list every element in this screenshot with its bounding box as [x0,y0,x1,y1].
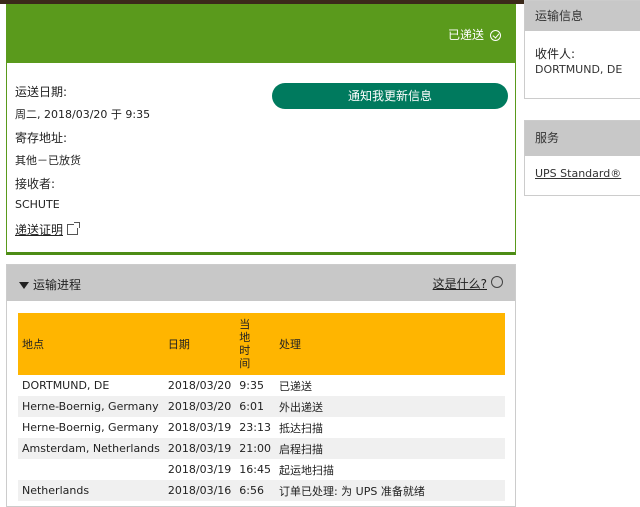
cell-date: 2018/03/19 [167,463,232,476]
table-header-row: 地点 日期 当地时间 处理 [18,313,505,375]
local-time-header-text: 当地时间 [239,318,250,370]
left-at-field: 寄存地址: 其他－已放货 [15,129,81,168]
info-icon [491,276,503,288]
local-time-header-char: 时 [239,344,251,357]
cell-time: 9:35 [239,379,264,392]
proof-of-delivery-label: 递送证明 [15,223,64,237]
table-row: Netherlands 2018/03/16 6:56 订单已处理: 为 UPS 准备… [18,480,505,501]
cell-location: Herne-Boernig, Germany [22,421,159,434]
cell-time: 6:01 [235,396,275,417]
progress-title: 运输进程 [33,278,82,292]
table-row: Herne-Boernig, Germany 2018/03/19 23:13 抵达扫… [18,417,505,438]
delivery-date-field: 运送日期: 周二, 2018/03/20 于 9:35 [15,83,150,122]
service-link[interactable]: UPS Standard® [535,167,621,180]
table-row: 2018/03/19 16:45 起运地扫描 [18,459,505,480]
cell-date: 2018/03/20 [163,396,236,417]
column-header-local-time: 当地时间 [235,313,275,375]
cell-time: 21:00 [235,438,275,459]
cell-time: 23:13 [239,421,271,434]
cell-activity: 已递送 [278,379,312,393]
whats-this-link[interactable]: 这是什么? [433,277,487,291]
cell-location [18,459,164,480]
cell-date: 2018/03/19 [167,421,232,434]
table-row: Amsterdam, Netherlands 2018/03/19 21:00 启程扫… [18,438,505,459]
cell-location: DORTMUND, DE [22,379,110,392]
shipment-info-title: 运输信息 [525,1,640,31]
left-at-label: 寄存地址: [15,131,68,145]
shipment-info-card: 运输信息 收件人: DORTMUND, DE [524,0,640,99]
column-header-location: 地点 [18,313,164,375]
column-header-date: 日期 [163,313,236,375]
cell-location: Amsterdam, Netherlands [18,438,164,459]
received-by-label: 接收者: [15,177,56,191]
table-row: Herne-Boernig, Germany 2018/03/20 6:01 外出递送 [18,396,505,417]
service-title: 服务 [525,121,640,156]
cell-date: 2018/03/16 [163,480,236,501]
status-badge: 已递送 [448,26,501,43]
shipment-progress-table: 地点 日期 当地时间 处理 DORTMUND, DE 2018/03/20 9:35… [18,313,505,501]
delivery-status-card: 已递送 运送日期: 周二, 2018/03/20 于 9:35 寄存地址: 其他… [6,4,516,255]
local-time-header-char: 地 [239,331,251,344]
table-body: DORTMUND, DE 2018/03/20 9:35 已递送 Herne-Boern… [18,375,505,501]
left-at-value: 其他－已放货 [15,154,81,167]
recipient-label: 收件人: [535,47,576,61]
status-label: 已递送 [447,28,484,42]
local-time-header-char: 当 [239,318,251,331]
external-link-icon [67,222,81,235]
cell-time: 16:45 [239,463,271,476]
shipment-progress-panel: 运输进程 这是什么? 地点 日期 当地时间 处理 DORTMUND, DE 201… [6,264,516,507]
cell-activity: 起运地扫描 [278,463,334,477]
whats-this-help[interactable]: 这是什么? [433,275,503,292]
cell-activity: 抵达扫描 [278,421,323,435]
notify-me-button[interactable]: 通知我更新信息 [272,83,508,109]
cell-activity: 外出递送 [274,396,505,417]
cell-location: Netherlands [18,480,164,501]
progress-header[interactable]: 运输进程 这是什么? [7,265,515,301]
recipient-value: DORTMUND, DE [535,63,623,76]
cell-activity: 订单已处理: 为 UPS 准备就绪 [274,480,505,501]
status-header: 已递送 [7,5,515,63]
delivery-date-value: 周二, 2018/03/20 于 9:35 [15,108,151,121]
column-header-activity: 处理 [274,313,505,375]
received-by-field: 接收者: SCHUTE [15,175,60,211]
collapse-triangle-icon [19,282,29,289]
service-card: 服务 UPS Standard® [524,120,640,196]
proof-of-delivery-link[interactable]: 递送证明 [15,221,81,238]
cell-date: 2018/03/20 [167,379,232,392]
progress-toggle[interactable]: 运输进程 [19,276,81,293]
check-circle-icon [490,30,501,41]
cell-time: 6:56 [235,480,275,501]
delivery-date-label: 运送日期: [15,85,68,99]
received-by-value: SCHUTE [15,198,60,211]
cell-date: 2018/03/19 [163,438,236,459]
table-row: DORTMUND, DE 2018/03/20 9:35 已递送 [18,375,505,396]
cell-location: Herne-Boernig, Germany [18,396,164,417]
cell-activity: 启程扫描 [274,438,505,459]
local-time-header-char: 间 [239,357,251,370]
